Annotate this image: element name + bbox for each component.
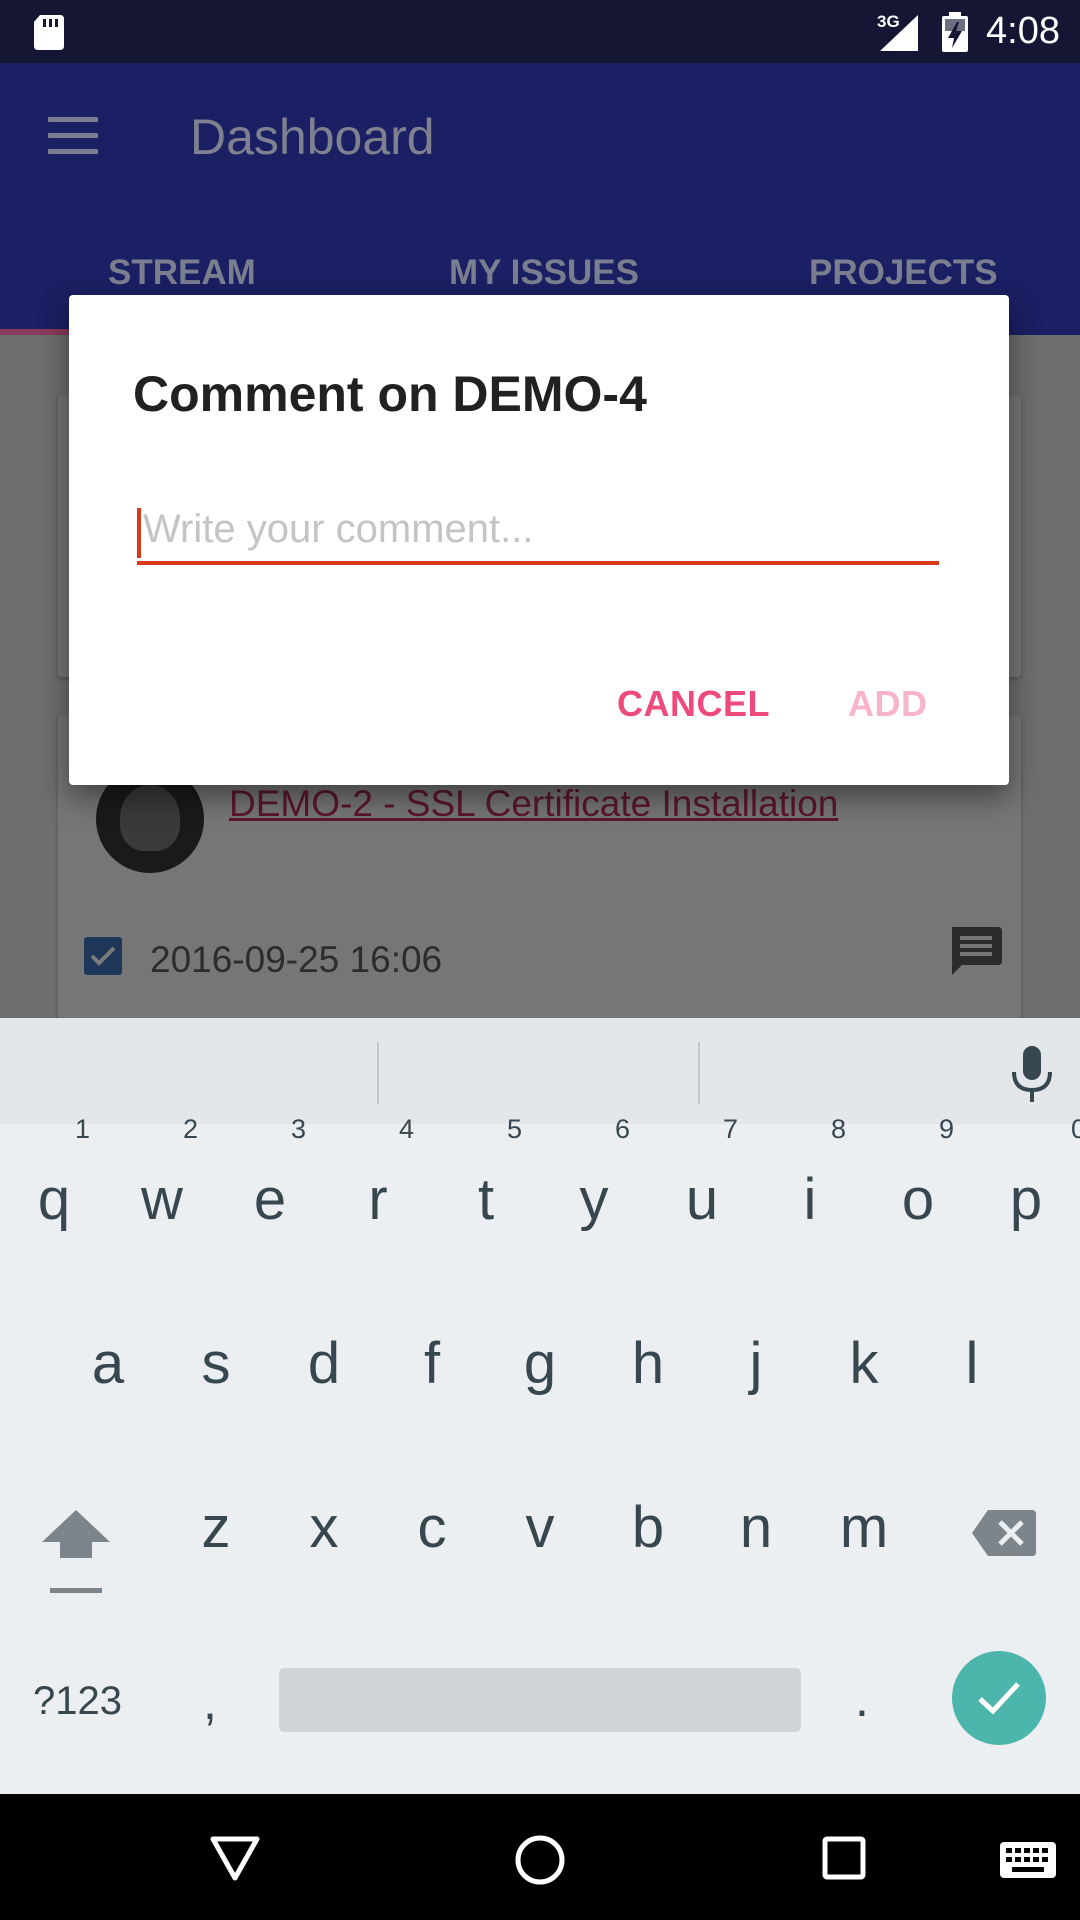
recents-icon[interactable] [822, 1836, 866, 1880]
battery-charging-icon [942, 12, 968, 52]
keyboard-icon[interactable] [1000, 1842, 1056, 1878]
key-n[interactable]: n [702, 1494, 810, 1561]
tab-stream[interactable]: STREAM [108, 253, 256, 293]
comment-input[interactable] [137, 503, 939, 565]
dialog-title: Comment on DEMO-4 [133, 366, 647, 422]
clock: 4:08 [986, 10, 1060, 52]
issue-checkbox[interactable] [84, 937, 122, 975]
menu-icon[interactable] [48, 117, 98, 157]
key-j[interactable]: j [702, 1330, 810, 1397]
suggestion-divider [698, 1042, 700, 1104]
suggestion-divider [377, 1042, 379, 1104]
space-bar[interactable] [279, 1668, 801, 1732]
microphone-icon[interactable] [1010, 1046, 1054, 1102]
key-h[interactable]: h [594, 1330, 702, 1397]
key-m[interactable]: m [810, 1494, 918, 1561]
key-t[interactable]: t5 [432, 1114, 540, 1233]
key-e[interactable]: e3 [216, 1114, 324, 1233]
comment-icon[interactable] [948, 927, 1002, 977]
navigation-bar [0, 1794, 1080, 1920]
key-q[interactable]: q1 [0, 1114, 108, 1233]
key-w[interactable]: w2 [108, 1114, 216, 1233]
sd-card-icon [34, 15, 64, 50]
backspace-icon[interactable] [972, 1510, 1036, 1556]
key-i[interactable]: i8 [756, 1114, 864, 1233]
key-g[interactable]: g [486, 1330, 594, 1397]
text-cursor [137, 508, 141, 558]
comma-key[interactable]: , [203, 1673, 217, 1731]
key-u[interactable]: u7 [648, 1114, 756, 1233]
comment-dialog: Comment on DEMO-4 CANCEL ADD [69, 295, 1009, 785]
key-r[interactable]: r4 [324, 1114, 432, 1233]
add-button[interactable]: ADD [848, 683, 928, 725]
status-bar: 3G 4:08 [0, 0, 1080, 63]
page-title: Dashboard [190, 109, 435, 165]
key-d[interactable]: d [270, 1330, 378, 1397]
enter-key[interactable] [952, 1651, 1046, 1745]
back-icon[interactable] [210, 1836, 260, 1882]
key-y[interactable]: y6 [540, 1114, 648, 1233]
key-p[interactable]: p0 [972, 1114, 1080, 1233]
period-key[interactable]: . [855, 1670, 869, 1728]
key-a[interactable]: a [54, 1330, 162, 1397]
key-z[interactable]: z [162, 1494, 270, 1561]
cancel-button[interactable]: CANCEL [617, 683, 770, 725]
key-k[interactable]: k [810, 1330, 918, 1397]
key-f[interactable]: f [378, 1330, 486, 1397]
home-icon[interactable] [514, 1834, 566, 1886]
key-l[interactable]: l [918, 1330, 1026, 1397]
symbols-key[interactable]: ?123 [33, 1679, 122, 1724]
checkmark-icon [978, 1682, 1020, 1715]
key-o[interactable]: o9 [864, 1114, 972, 1233]
tab-projects[interactable]: PROJECTS [809, 253, 998, 293]
shift-icon[interactable] [40, 1508, 112, 1596]
issue-timestamp: 2016-09-25 16:06 [150, 939, 443, 980]
issue-link[interactable]: DEMO-2 - SSL Certificate Installation [229, 783, 838, 825]
key-c[interactable]: c [378, 1494, 486, 1561]
suggestion-strip [0, 1018, 1080, 1124]
tab-my-issues[interactable]: MY ISSUES [449, 253, 639, 293]
key-b[interactable]: b [594, 1494, 702, 1561]
key-v[interactable]: v [486, 1494, 594, 1561]
key-x[interactable]: x [270, 1494, 378, 1561]
key-s[interactable]: s [162, 1330, 270, 1397]
signal-icon [880, 15, 918, 51]
soft-keyboard: q1 w2 e3 r4 t5 y6 u7 i8 o9 p0 a s d f g … [0, 1018, 1080, 1794]
